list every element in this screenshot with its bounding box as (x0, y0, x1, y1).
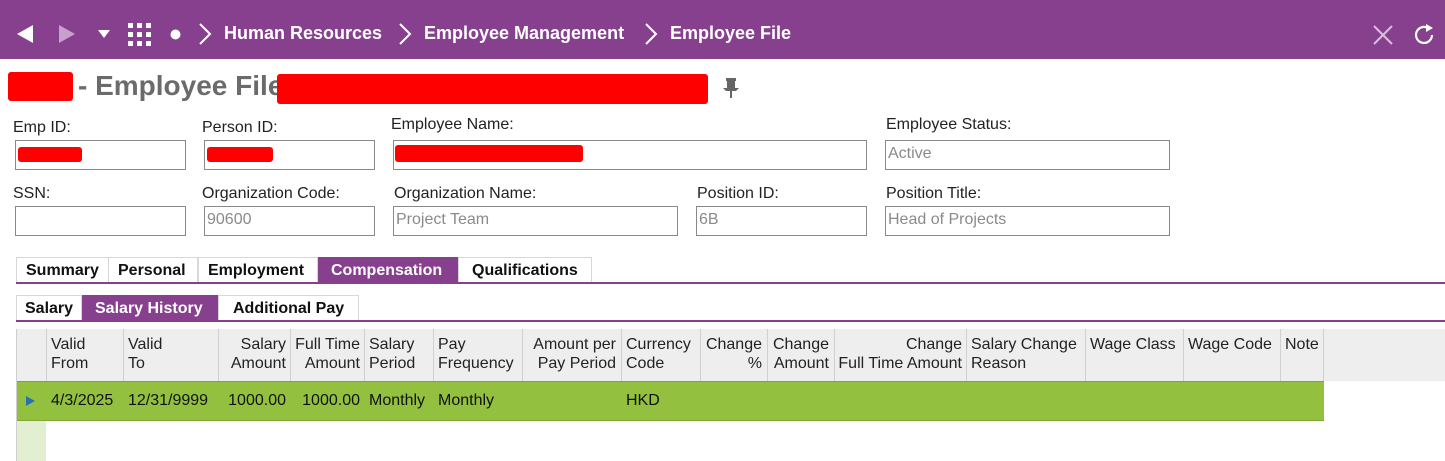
top-nav-bar: Human Resources Employee Management Empl… (0, 0, 1445, 59)
tab-salary[interactable]: Salary (16, 295, 82, 321)
employee-name-label: Employee Name: (391, 116, 514, 133)
col-change-percent[interactable]: Change% (703, 335, 762, 373)
position-id-field[interactable]: 6B (696, 206, 867, 236)
organization-name-label: Organization Name: (394, 185, 537, 202)
forward-icon[interactable] (57, 24, 77, 44)
employee-status-label: Employee Status: (886, 116, 1012, 133)
breadcrumb-human-resources[interactable]: Human Resources (224, 23, 382, 44)
ssn-field[interactable] (15, 206, 186, 236)
row-pointer-icon (26, 396, 35, 406)
breadcrumb-separator-icon (199, 23, 212, 45)
cell-valid-from: 4/3/2025 (51, 392, 114, 409)
col-salary-change-reason[interactable]: Salary Change Reason (971, 335, 1077, 373)
pin-icon[interactable] (722, 77, 740, 99)
cell-salary-period: Monthly (369, 392, 426, 409)
home-dot-icon[interactable] (170, 29, 181, 40)
breadcrumb-separator-icon (645, 23, 658, 45)
col-wage-code[interactable]: Wage Code (1188, 335, 1272, 354)
person-id-label: Person ID: (202, 119, 278, 136)
cell-pay-frequency: Monthly (438, 392, 495, 409)
position-title-label: Position Title: (886, 185, 982, 202)
breadcrumb-separator-icon (399, 23, 412, 45)
grid-header: Valid From Valid To Salary Amount Full Time… (17, 329, 1445, 381)
app-grid-icon[interactable] (128, 23, 152, 47)
emp-id-label: Emp ID: (13, 119, 71, 136)
cell-full-time-amount: 1000.00 (302, 392, 360, 409)
employee-status-field[interactable]: Active (885, 140, 1170, 170)
col-valid-from[interactable]: Valid From (51, 335, 88, 373)
sub-tabs-underline (16, 320, 1445, 322)
salary-history-grid: Valid From Valid To Salary Amount Full Time… (16, 329, 1445, 461)
tab-qualifications[interactable]: Qualifications (458, 257, 592, 283)
refresh-icon[interactable] (1412, 23, 1436, 47)
col-note[interactable]: Note (1285, 335, 1319, 354)
tab-additional-pay[interactable]: Additional Pay (218, 295, 359, 321)
col-salary-amount[interactable]: Salary Amount (223, 335, 286, 373)
redacted-person-id-value (207, 147, 273, 162)
col-full-time-amount[interactable]: Full Time Amount (293, 335, 360, 373)
tab-salary-history[interactable]: Salary History (82, 295, 218, 321)
page-title: - Employee File - (78, 70, 301, 101)
organization-code-field[interactable]: 90600 (204, 206, 375, 236)
breadcrumb-employee-management[interactable]: Employee Management (424, 23, 624, 44)
col-change-amount[interactable]: Change Amount (770, 335, 829, 373)
ssn-label: SSN: (13, 185, 51, 202)
redacted-employee-name-value (395, 145, 583, 162)
dropdown-caret-icon[interactable] (98, 30, 110, 38)
col-currency-code[interactable]: Currency Code (626, 335, 691, 373)
col-pay-frequency[interactable]: Pay Frequency (438, 335, 514, 373)
tab-compensation[interactable]: Compensation (318, 257, 458, 283)
position-title-field[interactable]: Head of Projects (885, 206, 1170, 236)
tab-summary[interactable]: Summary (16, 257, 109, 283)
tab-personal[interactable]: Personal (108, 257, 198, 283)
redacted-emp-id-value (18, 147, 82, 162)
col-salary-period[interactable]: Salary Period (369, 335, 415, 373)
col-amount-per-pay-period[interactable]: Amount per Pay Period (526, 335, 616, 373)
cell-currency-code: HKD (626, 392, 660, 409)
position-id-label: Position ID: (697, 185, 779, 202)
organization-code-label: Organization Code: (202, 185, 340, 202)
breadcrumb-employee-file: Employee File (670, 23, 792, 43)
back-icon[interactable] (15, 24, 35, 44)
organization-name-field[interactable]: Project Team (393, 206, 678, 236)
close-icon[interactable] (1372, 24, 1394, 46)
tab-employment[interactable]: Employment (198, 257, 318, 283)
main-tabs-underline (16, 282, 1445, 284)
table-row[interactable]: 4/3/2025 12/31/9999 1000.00 1000.00 Mont… (17, 381, 1324, 421)
redacted-employee-id (8, 72, 73, 101)
col-wage-class[interactable]: Wage Class (1090, 335, 1176, 354)
cell-salary-amount: 1000.00 (228, 392, 286, 409)
col-valid-to[interactable]: Valid To (128, 335, 162, 373)
cell-valid-to: 12/31/9999 (128, 392, 209, 409)
col-change-full-time-amount[interactable]: Change Full Time Amount (837, 335, 962, 373)
redacted-employee-name (277, 74, 708, 104)
